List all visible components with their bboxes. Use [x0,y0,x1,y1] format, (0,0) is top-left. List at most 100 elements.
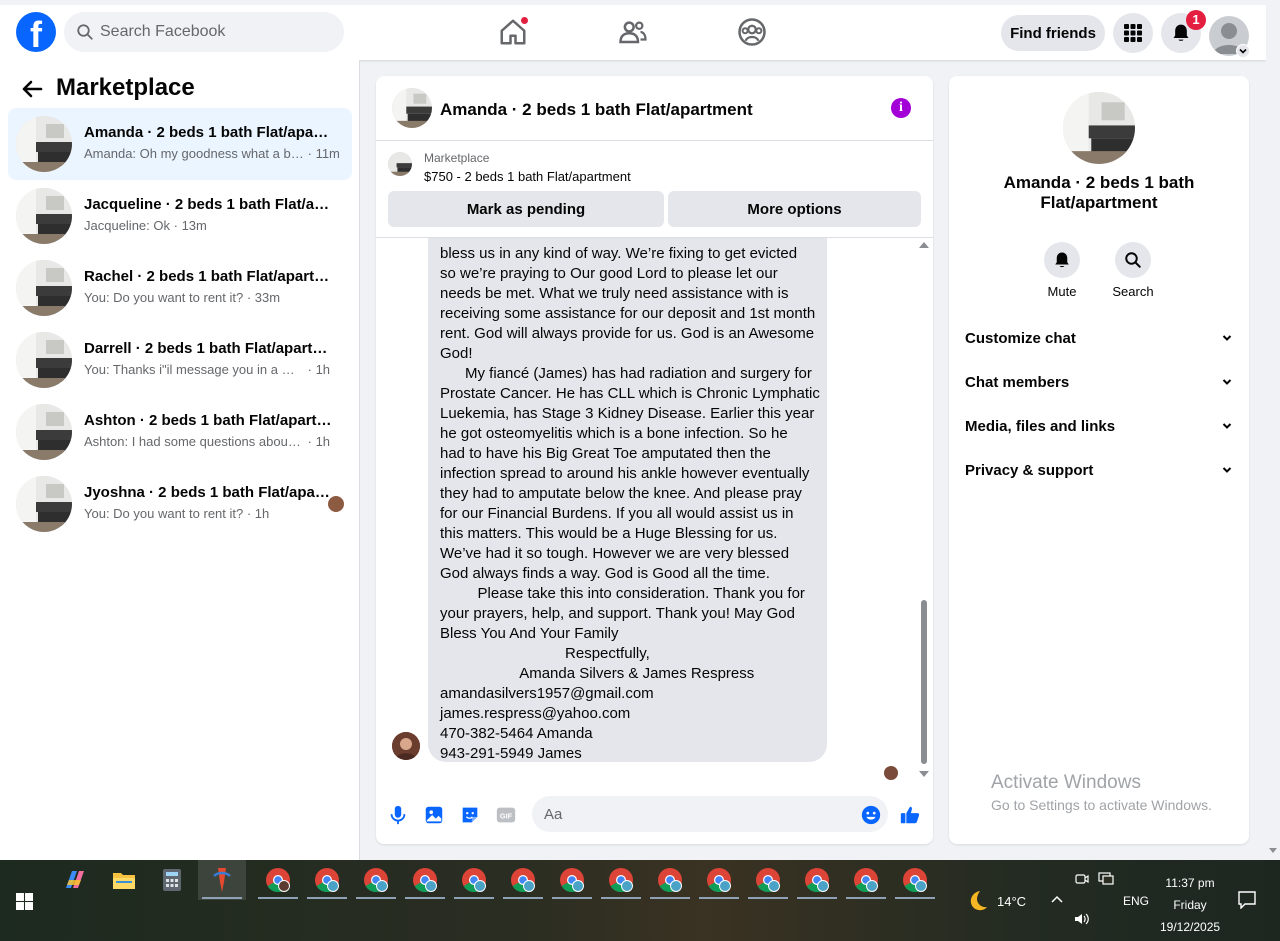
separator: · [243,290,255,305]
friends-icon[interactable] [618,17,648,47]
emoji-icon[interactable] [860,804,882,826]
chrome-window-button[interactable] [552,860,592,900]
gif-icon[interactable]: GIF [495,804,517,826]
groups-icon[interactable] [737,17,767,47]
chevron-down-icon [1222,467,1232,473]
section-chat-members[interactable]: Chat members [965,370,1233,394]
separator: · [243,506,255,521]
conversation-item[interactable]: Ashton · 2 beds 1 bath Flat/apartment Ash… [8,396,352,468]
running-app-underline [748,897,788,899]
copilot-icon[interactable] [62,868,88,892]
chrome-window-button[interactable] [601,860,641,900]
find-friends-button[interactable]: Find friends [1001,15,1105,51]
conversation-preview: Ashton: I had some questions about t... … [84,434,330,449]
clock-day: Friday [1173,898,1207,912]
chrome-window-button[interactable] [699,860,739,900]
search-input[interactable] [100,23,320,41]
chrome-window-button[interactable] [356,860,396,900]
like-thumb-icon[interactable] [899,804,921,826]
scroll-up-arrow[interactable] [919,242,929,248]
chrome-window-button[interactable] [307,860,347,900]
conversation-title: Ashton · 2 beds 1 bath Flat/apartment [84,412,334,429]
sender-avatar[interactable] [392,732,420,760]
moon-weather-icon [970,891,987,911]
more-options-button[interactable]: More options [668,191,921,227]
menu-grid-icon [1124,24,1142,42]
chrome-window-button[interactable] [650,860,690,900]
mute-label: Mute [1047,284,1077,299]
chrome-window-button[interactable] [454,860,494,900]
photo-icon[interactable] [423,804,445,826]
windows-taskbar: 14°C ENG 11:37 pm Friday 19/12/2025 [0,860,1280,941]
chrome-window-button[interactable] [748,860,788,900]
running-app-underline [650,897,690,899]
scrollbar-thumb[interactable] [921,600,927,764]
chrome-window-button[interactable] [258,860,298,900]
conversation-preview: You: Do you want to rent it? · 1h [84,506,269,521]
system-clock[interactable]: 11:37 pm Friday 19/12/2025 [1160,872,1220,938]
mark-as-pending-button[interactable]: Mark as pending [388,191,664,227]
section-media-files-links[interactable]: Media, files and links [965,414,1233,438]
weather-temperature[interactable]: 14°C [997,894,1026,909]
chat-title[interactable]: Amanda · 2 beds 1 bath Flat/apartment [440,100,753,120]
listing-large-thumbnail[interactable] [1063,92,1135,164]
conversation-preview: Jacqueline: Ok · 13m [84,218,207,233]
page-scrollbar[interactable] [1266,0,1280,860]
windows-start-icon[interactable] [16,893,33,910]
message-composer: GIF [376,788,933,844]
listing-thumbnail[interactable] [392,88,432,128]
profile-badge [327,880,339,892]
calculator-icon[interactable] [162,868,182,892]
apartment-photo-icon [16,188,72,244]
conversation-item[interactable]: Rachel · 2 beds 1 bath Flat/apartment You… [8,252,352,324]
chrome-window-button[interactable] [846,860,886,900]
pinned-app-icon[interactable] [210,866,234,894]
conversation-item[interactable]: Amanda · 2 beds 1 bath Flat/apartment Ama… [8,108,352,180]
search-box[interactable] [64,12,344,52]
search-action[interactable]: Search [1103,242,1163,299]
chrome-window-button[interactable] [797,860,837,900]
section-customize-chat[interactable]: Customize chat [965,326,1233,350]
info-icon[interactable]: i [891,98,911,118]
back-arrow-icon[interactable] [20,77,44,101]
listing-price[interactable]: $750 - 2 beds 1 bath Flat/apartment [424,169,631,184]
network-icon[interactable] [1098,872,1114,886]
watermark-title: Activate Windows [991,772,1141,793]
section-label: Customize chat [965,329,1076,347]
svg-text:GIF: GIF [500,812,513,821]
menu-button[interactable] [1113,13,1153,53]
sticker-icon[interactable] [459,804,481,826]
scroll-down-arrow-icon [1269,848,1277,853]
conversation-item[interactable]: Darrell · 2 beds 1 bath Flat/apartment Yo… [8,324,352,396]
volume-icon[interactable] [1074,912,1090,926]
marketplace-listing-thumbnail[interactable] [388,152,412,176]
scroll-down-arrow[interactable] [919,771,929,777]
file-explorer-icon[interactable] [112,869,136,891]
microphone-icon[interactable] [387,804,409,826]
notification-center-icon[interactable] [1238,891,1256,909]
chrome-window-button[interactable] [405,860,445,900]
chat-details-panel: Amanda · 2 beds 1 bath Flat/apartment Mu… [949,76,1249,844]
profile-badge [278,880,290,892]
search-in-chat-button[interactable] [1115,242,1151,278]
conversation-item[interactable]: Jyoshna · 2 beds 1 bath Flat/apartment Yo… [8,468,352,540]
conversation-item[interactable]: Jacqueline · 2 beds 1 bath Flat/apartmen… [8,180,352,252]
conversation-title: Darrell · 2 beds 1 bath Flat/apartment [84,340,334,357]
running-app-underline [601,897,641,899]
account-menu-chevron[interactable] [1236,44,1250,58]
chevron-down-icon [1239,48,1247,54]
message-bubble[interactable]: bless us in any kind of way. We’re fixin… [428,238,827,762]
facebook-logo[interactable]: f [16,12,56,52]
preview-text: Amanda: Oh my goodness what a bl... [84,146,304,161]
chevron-up-icon[interactable] [1050,894,1064,904]
conversation-thumbnail [16,404,72,460]
meet-now-icon[interactable] [1075,872,1089,886]
seen-indicator-avatar [884,766,898,780]
input-language[interactable]: ENG [1123,894,1149,908]
message-input[interactable] [532,796,888,832]
mute-button[interactable] [1044,242,1080,278]
mute-action[interactable]: Mute [1032,242,1092,299]
section-privacy-support[interactable]: Privacy & support [965,458,1233,482]
chrome-window-button[interactable] [503,860,543,900]
chrome-window-button[interactable] [895,860,935,900]
